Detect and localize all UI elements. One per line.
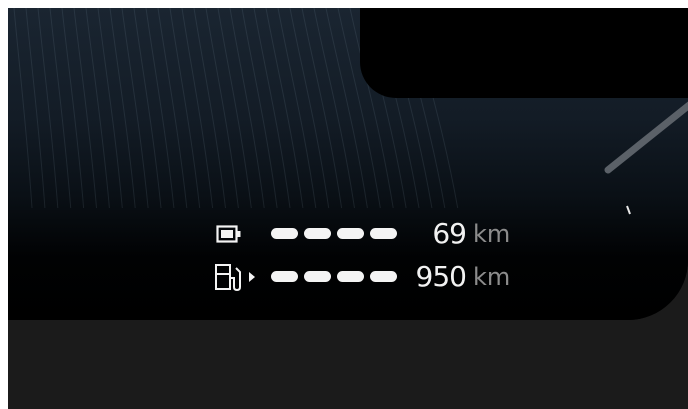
battery-bar [271,228,298,239]
fuel-bar [337,271,364,282]
instrument-display: 69 km 950 km [8,8,688,320]
fuel-range-row: 950 km [8,257,688,297]
battery-range-value: 69 [432,217,467,250]
fuel-bar [304,271,331,282]
battery-range-unit: km [473,220,511,248]
fuel-range-value: 950 [415,260,467,293]
instrument-cluster-frame: 69 km 950 km [8,8,688,409]
fuel-range-unit: km [473,263,511,291]
battery-level-bars [271,228,397,239]
range-display: 69 km 950 km [8,8,688,320]
battery-icon [216,225,241,243]
fuel-bar [271,271,298,282]
battery-bar [304,228,331,239]
battery-range-row: 69 km [8,214,688,254]
fuel-level-bars [271,271,397,282]
battery-bar [370,228,397,239]
battery-bar [337,228,364,239]
fuel-bar [370,271,397,282]
fuel-pump-icon [215,264,255,292]
